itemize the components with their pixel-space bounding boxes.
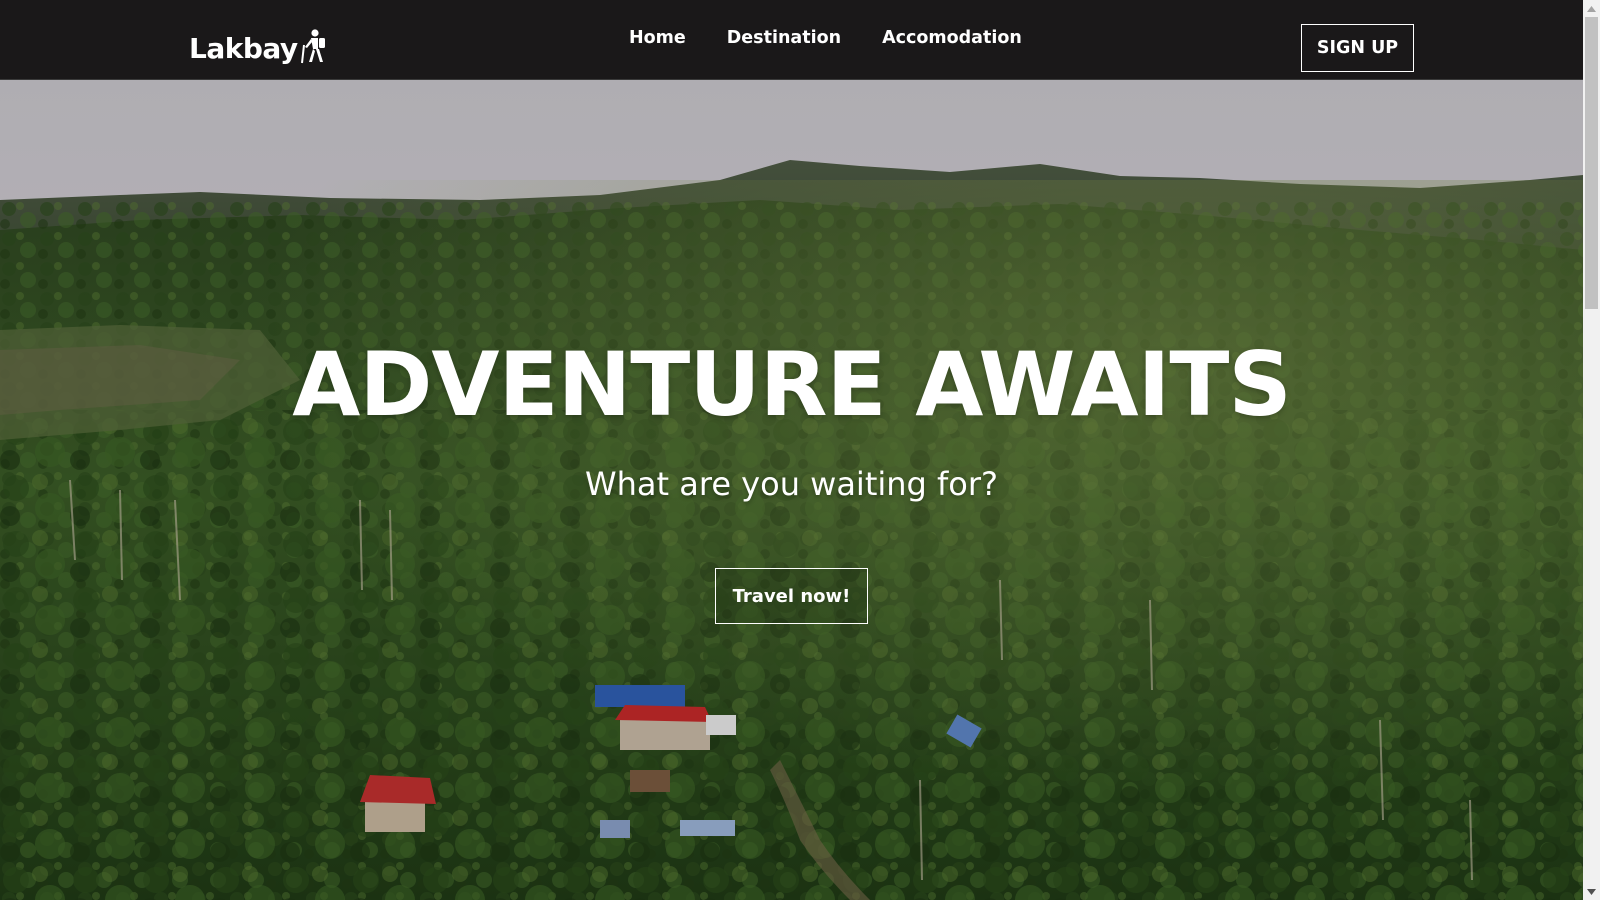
scrollbar-thumb[interactable]	[1585, 17, 1598, 309]
scroll-up-arrow-icon[interactable]	[1583, 0, 1600, 17]
scroll-down-arrow-icon[interactable]	[1583, 883, 1600, 900]
hero-subtitle: What are you waiting for?	[585, 465, 998, 503]
brand-logo[interactable]: Lakbay	[189, 28, 327, 68]
navbar: Lakbay Home Destination Accomodation SIG…	[0, 0, 1583, 80]
hero-title: ADVENTURE AWAITS	[292, 333, 1292, 436]
hiker-icon	[300, 29, 325, 64]
brand-name: Lakbay	[189, 31, 298, 65]
page: Lakbay Home Destination Accomodation SIG…	[0, 0, 1583, 900]
vertical-scrollbar[interactable]	[1583, 0, 1600, 900]
nav-item-destination[interactable]: Destination	[727, 28, 841, 48]
nav-item-home[interactable]: Home	[629, 28, 686, 48]
nav-links: Home Destination Accomodation	[629, 28, 1022, 48]
nav-item-accomodation[interactable]: Accomodation	[882, 28, 1022, 48]
hero-section: ADVENTURE AWAITS What are you waiting fo…	[0, 80, 1583, 900]
signup-button[interactable]: SIGN UP	[1301, 24, 1414, 72]
travel-now-button[interactable]: Travel now!	[715, 568, 868, 624]
